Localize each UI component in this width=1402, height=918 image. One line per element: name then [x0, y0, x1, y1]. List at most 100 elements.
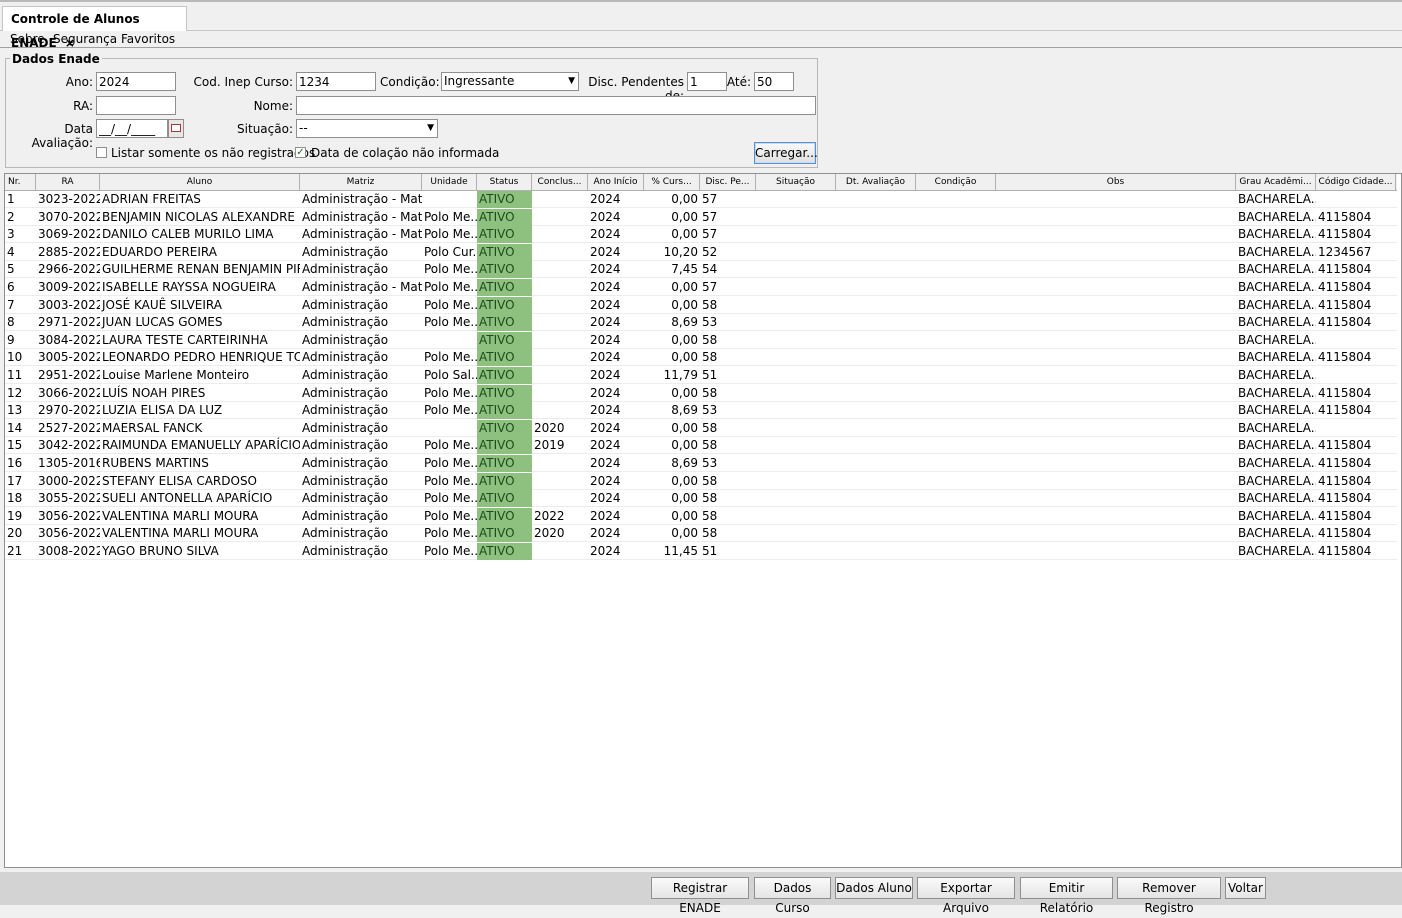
cell-aluno: SUELI ANTONELLA APARÍCIO	[102, 491, 273, 506]
column-header-aluno[interactable]: Aluno	[100, 174, 300, 190]
column-header-conclusao[interactable]: Conclus...	[532, 174, 588, 190]
cod-inep-field[interactable]	[296, 72, 376, 91]
column-header-disc-pendentes[interactable]: Disc. Pe...	[700, 174, 756, 190]
column-header-ra[interactable]: RA	[36, 174, 100, 190]
cell-obs	[996, 420, 1236, 437]
cell-grau-academico: BACHARELA...	[1238, 244, 1316, 259]
ate-field[interactable]	[754, 72, 794, 91]
column-header-obs[interactable]: Obs	[996, 174, 1236, 190]
table-row[interactable]: 14 2527-2022 MAERSAL FANCK Administração ATI…	[5, 419, 1397, 437]
column-header-condicao[interactable]: Condição	[916, 174, 996, 190]
table-row[interactable]: 11 2951-2022 Louise Marlene Monteiro Admini…	[5, 367, 1397, 384]
table-row[interactable]: 3 3069-2022 DANILO CALEB MURILO LIMA Admini…	[5, 226, 1397, 244]
cell-aluno: RUBENS MARTINS	[102, 456, 209, 470]
menu-favoritos[interactable]: Favoritos	[121, 32, 175, 46]
cell-conclusao: 2019	[534, 438, 565, 453]
column-header-situacao[interactable]: Situação	[756, 174, 836, 190]
nome-field[interactable]	[296, 96, 816, 115]
cell-obs	[996, 473, 1236, 490]
cell-ra: 3066-2022	[38, 385, 100, 400]
table-row[interactable]: 9 3084-2022 LAURA TESTE CARTEIRINHA Adminis…	[5, 331, 1397, 349]
disc-pendentes-from-field[interactable]	[687, 72, 727, 91]
exportar-arquivo-button[interactable]: Exportar Arquivo	[917, 877, 1015, 915]
table-row[interactable]: 15 3042-2022 RAIMUNDA EMANUELLY APARÍCIO Ad…	[5, 437, 1397, 455]
cell-unidade: Polo Me...	[424, 350, 477, 365]
column-header-status[interactable]: Status	[477, 174, 532, 190]
cell-percent-cursado: 0,00	[671, 227, 698, 242]
cell-situacao	[756, 402, 836, 419]
data-avaliacao-field[interactable]	[96, 119, 168, 138]
data-avaliacao-label: Data Avaliação:	[31, 122, 93, 150]
column-header-grau-academico[interactable]: Grau Acadêmi...	[1236, 174, 1316, 190]
cell-nr: 10	[7, 350, 23, 365]
column-header-codigo-cidade[interactable]: Código Cidade...	[1316, 174, 1396, 190]
table-row[interactable]: 18 3055-2022 SUELI ANTONELLA APARÍCIO Admin…	[5, 490, 1397, 508]
cell-ra: 3003-2022	[38, 297, 100, 312]
column-header-percent-cursado[interactable]: % Curs...	[644, 174, 700, 190]
cell-condicao	[916, 525, 996, 542]
table-row[interactable]: 5 2966-2022 GUILHERME RENAN BENJAMIN PIR..…	[5, 261, 1397, 279]
table-row[interactable]: 1 3023-2022 ADRIAN FREITAS Administração - …	[5, 191, 1397, 208]
cell-status: ATIVO	[477, 437, 532, 455]
table-row[interactable]: 19 3056-2022 VALENTINA MARLI MOURA Administ…	[5, 507, 1397, 525]
cell-conclusao	[532, 279, 588, 296]
table-row[interactable]: 6 3009-2022 ISABELLE RAYSSA NOGUEIRA Admini…	[5, 279, 1397, 296]
column-header-unidade[interactable]: Unidade	[422, 174, 477, 190]
cell-ra: 3008-2022	[38, 544, 100, 558]
cell-status: ATIVO	[477, 367, 532, 384]
column-header-nr[interactable]: Nr.	[5, 174, 36, 190]
cell-condicao	[916, 367, 996, 384]
cell-situacao	[756, 437, 836, 454]
cell-ano-inicio: 2024	[590, 350, 621, 365]
table-row[interactable]: 8 2971-2022 JUAN LUCAS GOMES Administração P…	[5, 314, 1397, 332]
table-row[interactable]: 17 3000-2022 STEFANY ELISA CARDOSO Administ…	[5, 472, 1397, 490]
cell-percent-cursado: 10,20	[663, 244, 698, 259]
cell-dt-avaliacao	[836, 525, 916, 542]
situacao-select[interactable]: -- ▼	[296, 119, 438, 138]
table-row[interactable]: 2 3070-2022 BENJAMIN NICOLAS ALEXANDRE ...…	[5, 208, 1397, 226]
column-header-matriz[interactable]: Matriz	[300, 174, 422, 190]
cell-aluno: ADRIAN FREITAS	[102, 192, 201, 206]
calendar-button[interactable]	[168, 119, 184, 138]
cell-obs	[996, 191, 1236, 208]
cell-dt-avaliacao	[836, 490, 916, 507]
cell-codigo-cidade: 4115804	[1318, 438, 1372, 453]
table-row[interactable]: 10 3005-2022 LEONARDO PEDRO HENRIQUE TO...…	[5, 349, 1397, 367]
data-colacao-checkbox[interactable]: ✓	[295, 147, 306, 158]
cell-grau-academico: BACHARELA...	[1238, 508, 1316, 523]
dados-aluno-button[interactable]: Dados Aluno	[835, 877, 913, 899]
table-row[interactable]: 16 1305-2016 RUBENS MARTINS Administração Po…	[5, 455, 1397, 472]
table-row[interactable]: 7 3003-2022 JOSÉ KAUÊ SILVEIRA Administraçã…	[5, 296, 1397, 314]
tab-controle-alunos-enade[interactable]: Controle de Alunos ENADE ×	[2, 6, 187, 50]
listar-nao-registrados-checkbox[interactable]	[96, 147, 107, 158]
remover-registro-button[interactable]: Remover Registro	[1117, 877, 1221, 915]
table-row[interactable]: 12 3066-2022 LUÍS NOAH PIRES Administração P…	[5, 384, 1397, 402]
voltar-button[interactable]: Voltar	[1225, 877, 1266, 899]
table-row[interactable]: 21 3008-2022 YAGO BRUNO SILVA Administração…	[5, 543, 1397, 560]
registrar-enade-button[interactable]: Registrar ENADE	[651, 877, 749, 915]
condicao-select[interactable]: Ingressante ▼	[441, 72, 579, 91]
cell-percent-cursado: 0,00	[671, 297, 698, 312]
cell-ra: 2966-2022	[38, 262, 100, 277]
ra-field[interactable]	[96, 96, 176, 115]
column-header-dt-avaliacao[interactable]: Dt. Avaliação	[836, 174, 916, 190]
dados-curso-button[interactable]: Dados Curso	[754, 877, 831, 915]
table-row[interactable]: 13 2970-2022 LUZIA ELISA DA LUZ Administraç…	[5, 402, 1397, 420]
alunos-table[interactable]: Nr. RA Aluno Matriz Unidade Status Conclus... A…	[4, 173, 1402, 868]
emitir-relatorio-button[interactable]: Emitir Relatório	[1020, 877, 1113, 915]
table-row[interactable]: 4 2885-2022 EDUARDO PEREIRA Administração Po…	[5, 243, 1397, 261]
menu-sobre[interactable]: Sobre	[10, 32, 45, 46]
ano-field[interactable]	[96, 72, 176, 91]
carregar-button[interactable]: Carregar...	[754, 142, 818, 164]
cell-dt-avaliacao	[836, 226, 916, 243]
cell-dt-avaliacao	[836, 455, 916, 472]
table-row[interactable]: 20 3056-2022 VALENTINA MARLI MOURA Administ…	[5, 525, 1397, 543]
cell-nr: 21	[7, 544, 23, 558]
cell-grau-academico: BACHARELA...	[1238, 262, 1316, 277]
cell-ano-inicio: 2024	[590, 262, 621, 277]
menu-seguranca[interactable]: Segurança	[53, 32, 117, 46]
cell-ra: 3005-2022	[38, 350, 100, 365]
cell-disc-pendentes: 51	[702, 544, 718, 558]
column-header-ano-inicio[interactable]: Ano Início	[588, 174, 644, 190]
cell-nr: 15	[7, 438, 23, 453]
